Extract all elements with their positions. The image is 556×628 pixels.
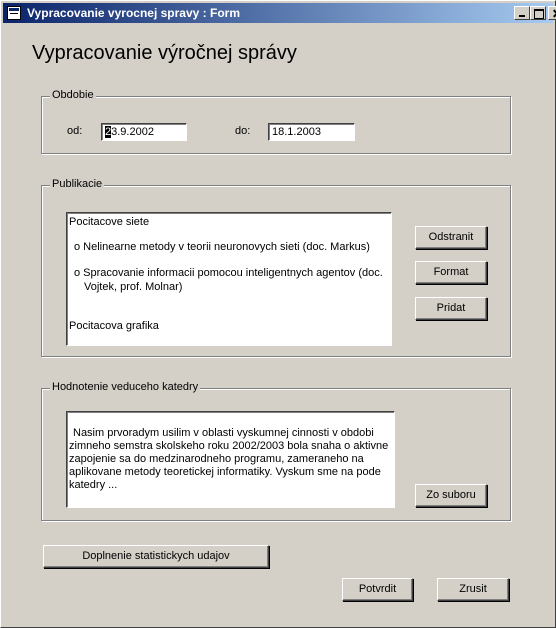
publikacie-list[interactable]: Pocitacove siete o Nelinearne metody v t… [66, 212, 392, 346]
form-icon[interactable] [7, 6, 21, 20]
zrusit-button[interactable]: Zrusit [437, 578, 509, 601]
pridat-button[interactable]: Pridat [415, 297, 487, 320]
maximize-button[interactable] [530, 6, 546, 20]
minimize-button[interactable] [514, 6, 530, 20]
od-date-input[interactable]: 23.9.2002 [101, 123, 187, 141]
close-button[interactable] [548, 6, 556, 20]
form-title: Vypracovanie výročnej správy [32, 42, 297, 64]
potvrdit-button[interactable]: Potvrdit [342, 578, 413, 601]
doplnenie-button[interactable]: Doplnenie statistickych udajov [43, 545, 269, 568]
window-title: Vypracovanie vyrocnej spravy : Form [27, 6, 240, 20]
list-item[interactable]: Vojtek, prof. Molnar) [84, 281, 182, 293]
zo-suboru-button[interactable]: Zo suboru [415, 484, 487, 507]
list-item[interactable]: o Spracovanie informacii pomocou intelig… [74, 267, 383, 279]
text-line: aplikovane metody teoretickej informatik… [69, 466, 381, 478]
od-label: od: [67, 125, 83, 137]
publikacie-group-label: Publikacie [50, 178, 105, 190]
text-line: katedry ... [69, 479, 118, 491]
format-button[interactable]: Format [415, 261, 487, 284]
hodnotenie-group-label: Hodnotenie veduceho katedry [50, 381, 201, 393]
list-item[interactable]: Pocitacove siete [69, 216, 149, 228]
obdobie-group-label: Obdobie [50, 89, 96, 101]
text-line: zapojenie sa do medzinarodneho programu,… [69, 453, 364, 465]
list-item[interactable]: o Nelinearne metody v teorii neuronovych… [74, 241, 370, 253]
od-date-rest: 3.9.2002 [111, 126, 154, 138]
list-item[interactable]: Pocitacova grafika [69, 320, 159, 332]
title-bar[interactable]: Vypracovanie vyrocnej spravy : Form [3, 3, 556, 23]
hodnotenie-textarea[interactable]: Nasim prvoradym usilim v oblasti vyskumn… [66, 411, 395, 508]
do-label: do: [235, 125, 251, 137]
text-line: zimneho semstra skolskeho roku 2002/2003… [69, 440, 389, 452]
do-date-input[interactable]: 18.1.2003 [268, 123, 355, 141]
text-line: Nasim prvoradym usilim v oblasti vyskumn… [73, 427, 374, 439]
odstranit-button[interactable]: Odstranit [415, 226, 487, 249]
